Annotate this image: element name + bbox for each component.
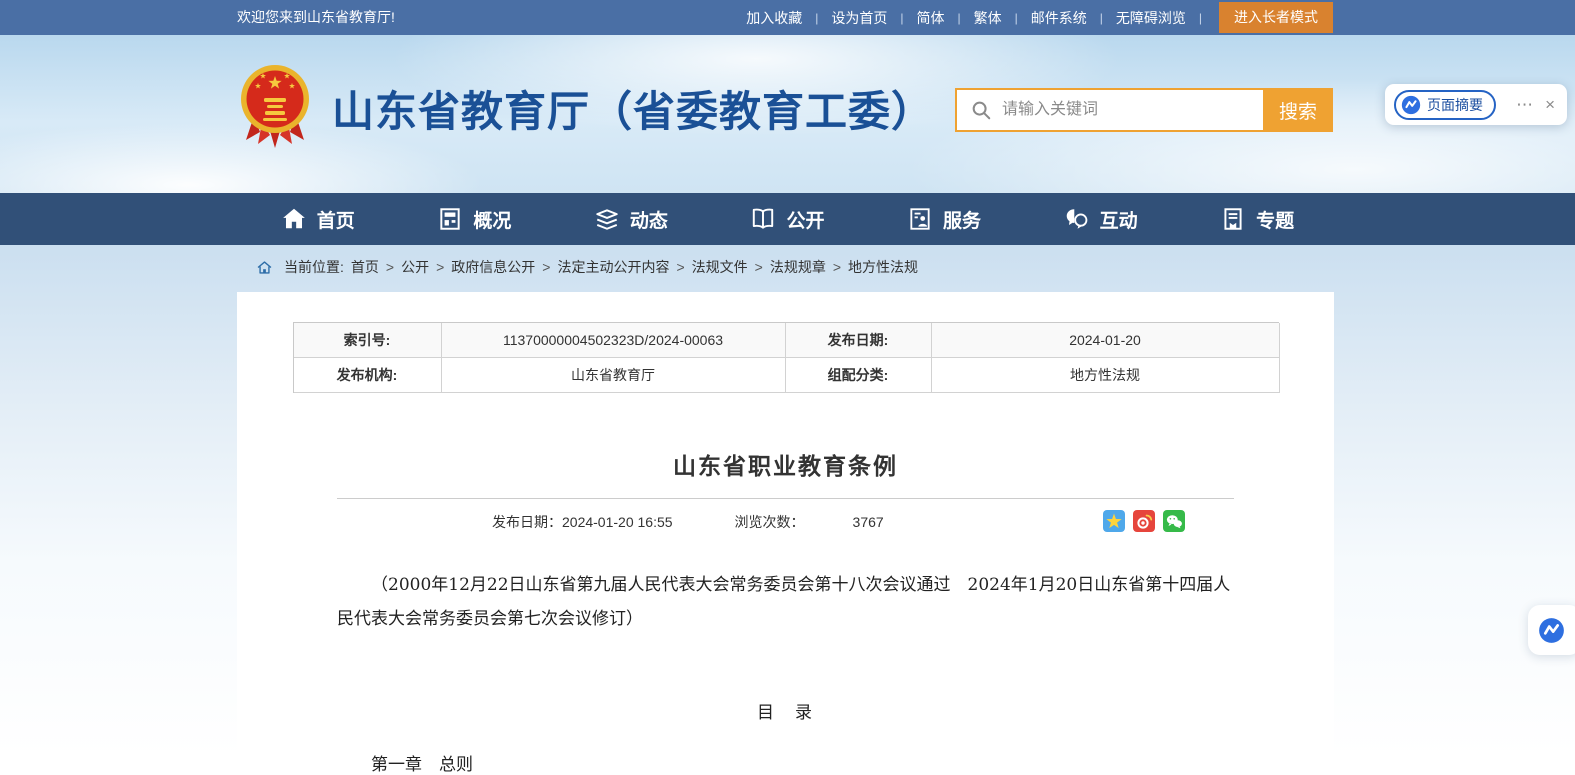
nav-item-overview[interactable]: 概况 (437, 206, 511, 233)
search-button[interactable]: 搜索 (1263, 88, 1333, 132)
nav-label: 首页 (317, 206, 355, 233)
more-options-icon[interactable]: ⋯ (1516, 95, 1534, 115)
breadcrumb-prefix: 当前位置: (284, 257, 344, 277)
nav-item-special-topics[interactable]: 专题 (1220, 206, 1294, 233)
info-value-category: 地方性法规 (932, 358, 1280, 393)
interaction-icon (1064, 206, 1090, 232)
publish-date-label: 发布日期： (492, 512, 562, 532)
search-input[interactable] (992, 90, 1263, 130)
publish-date-value: 2024-01-20 16:55 (562, 514, 673, 530)
link-mail-system[interactable]: 邮件系统 (1031, 8, 1087, 28)
search-icon (970, 99, 992, 121)
nav-label: 专题 (1256, 206, 1294, 233)
top-links: 加入收藏 | 设为首页 | 简体 | 繁体 | 邮件系统 | 无障碍浏览 | 进… (746, 0, 1333, 35)
info-label-publish-date: 发布日期: (786, 323, 932, 358)
page-assistant-widget: 页面摘要 ⋯ × (1385, 84, 1567, 125)
nav-item-public-disclosure[interactable]: 公开 (750, 206, 824, 233)
separator: | (1100, 11, 1103, 25)
info-value-issuing-agency: 山东省教育厅 (442, 358, 786, 393)
share-weibo-icon[interactable] (1133, 510, 1155, 532)
home-icon[interactable] (256, 260, 273, 275)
page-summary-button[interactable]: 页面摘要 (1394, 90, 1496, 120)
breadcrumb-separator: > (542, 259, 550, 275)
breadcrumb-item-regulations[interactable]: 法规规章 (770, 257, 826, 277)
toc-item-chapter-1: 第一章 总则 (337, 750, 1234, 775)
separator: | (900, 11, 903, 25)
breadcrumb-item-home[interactable]: 首页 (351, 257, 379, 277)
link-accessibility[interactable]: 无障碍浏览 (1116, 8, 1186, 28)
site-search: 搜索 (955, 88, 1333, 132)
share-buttons (1103, 510, 1185, 532)
open-book-icon (750, 206, 776, 232)
national-emblem-logo (238, 62, 312, 155)
separator: | (958, 11, 961, 25)
article-meta: 发布日期： 2024-01-20 16:55 浏览次数： 3767 (337, 510, 1234, 534)
overview-icon (437, 206, 463, 232)
assistant-logo-icon (1401, 95, 1421, 115)
link-simplified-chinese[interactable]: 简体 (917, 8, 945, 28)
breadcrumb-separator: > (436, 259, 444, 275)
page-summary-label: 页面摘要 (1427, 95, 1483, 115)
breadcrumb-item-gov-info[interactable]: 政府信息公开 (451, 257, 535, 277)
breadcrumb-item-regulation-files[interactable]: 法规文件 (692, 257, 748, 277)
nav-item-dynamics[interactable]: 动态 (594, 206, 668, 233)
breadcrumb-separator: > (676, 259, 684, 275)
service-icon (907, 206, 933, 232)
link-traditional-chinese[interactable]: 繁体 (974, 8, 1002, 28)
link-set-homepage[interactable]: 设为首页 (831, 8, 887, 28)
breadcrumb-item-local-regulations[interactable]: 地方性法规 (848, 257, 918, 277)
breadcrumb-separator: > (833, 259, 841, 275)
link-add-favorite[interactable]: 加入收藏 (746, 8, 802, 28)
info-value-publish-date: 2024-01-20 (932, 323, 1280, 358)
close-icon[interactable]: × (1545, 95, 1555, 115)
nav-item-home[interactable]: 首页 (281, 206, 355, 233)
document-info-table: 索引号: 11370000004502323D/2024-00063 发布日期:… (293, 322, 1279, 393)
nav-item-services[interactable]: 服务 (907, 206, 981, 233)
share-wechat-icon[interactable] (1163, 510, 1185, 532)
info-label-index-number: 索引号: (294, 323, 442, 358)
assistant-logo-icon (1538, 617, 1565, 644)
main-navigation: 首页 概况 动态 公开 服务 (0, 193, 1575, 245)
nav-label: 概况 (473, 206, 511, 233)
welcome-text: 欢迎您来到山东省教育厅! (237, 0, 395, 35)
content-panel: 索引号: 11370000004502323D/2024-00063 发布日期:… (237, 292, 1334, 756)
nav-label: 服务 (943, 206, 981, 233)
home-icon (281, 206, 307, 232)
breadcrumb: 当前位置: 首页 > 公开 > 政府信息公开 > 法定主动公开内容 > 法规文件… (256, 257, 918, 277)
site-title: 山东省教育厅（省委教育工委） (332, 78, 934, 139)
article-intro-paragraph: （2000年12月22日山东省第九届人民代表大会常务委员会第十八次会议通过 20… (337, 568, 1234, 636)
info-label-category: 组配分类: (786, 358, 932, 393)
nav-label: 公开 (786, 206, 824, 233)
breadcrumb-item-disclosure[interactable]: 公开 (401, 257, 429, 277)
views-value: 3767 (853, 514, 884, 530)
special-topic-icon (1220, 206, 1246, 232)
title-divider (337, 498, 1234, 499)
breadcrumb-separator: > (386, 259, 394, 275)
elder-mode-button[interactable]: 进入长者模式 (1219, 2, 1333, 33)
article-title: 山东省职业教育条例 (237, 447, 1334, 481)
toc-heading: 目 录 (237, 698, 1334, 723)
site-brand[interactable]: 山东省教育厅（省委教育工委） (238, 62, 934, 155)
nav-label: 互动 (1100, 206, 1138, 233)
nav-label: 动态 (630, 206, 668, 233)
nav-item-interaction[interactable]: 互动 (1064, 206, 1138, 233)
share-qzone-icon[interactable] (1103, 510, 1125, 532)
info-value-index-number: 11370000004502323D/2024-00063 (442, 323, 786, 358)
breadcrumb-item-statutory-content[interactable]: 法定主动公开内容 (557, 257, 669, 277)
assistant-float-button[interactable] (1528, 605, 1575, 655)
info-label-issuing-agency: 发布机构: (294, 358, 442, 393)
separator: | (1199, 11, 1202, 25)
top-utility-bar: 欢迎您来到山东省教育厅! 加入收藏 | 设为首页 | 简体 | 繁体 | 邮件系… (0, 0, 1575, 35)
views-label: 浏览次数： (735, 512, 805, 532)
dynamics-icon (594, 206, 620, 232)
separator: | (815, 11, 818, 25)
breadcrumb-separator: > (755, 259, 763, 275)
separator: | (1015, 11, 1018, 25)
site-header: 山东省教育厅（省委教育工委） 搜索 (0, 35, 1575, 193)
